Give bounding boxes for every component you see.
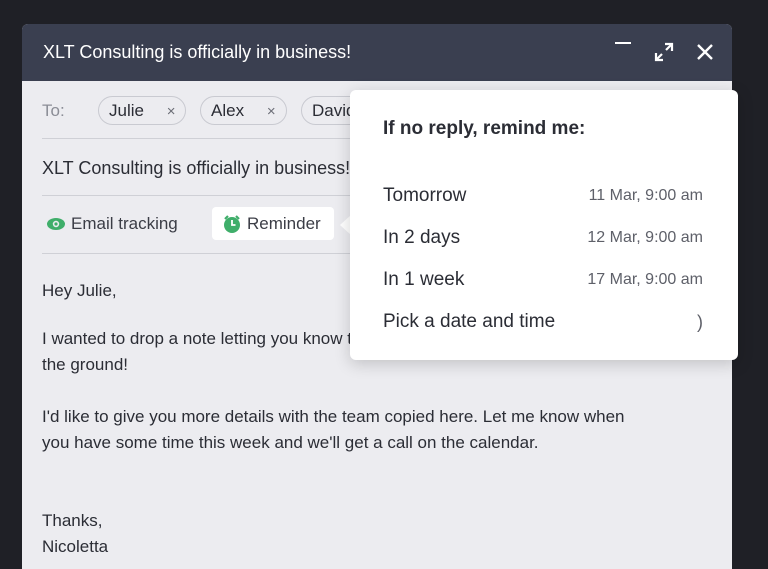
reminder-option-2-days[interactable]: In 2 days 12 Mar, 9:00 am [383,223,703,253]
option-label: Tomorrow [383,185,467,206]
option-datetime: 11 Mar, 9:00 am [588,187,703,204]
minimize-button[interactable] [611,36,635,60]
window-title: XLT Consulting is officially in business… [43,42,352,62]
greeting-line: Hey Julie, [42,281,117,300]
option-label: In 2 days [383,227,461,248]
reminder-popover: If no reply, remind me: Tomorrow 11 Mar,… [350,90,738,360]
remove-recipient-icon[interactable]: × [267,103,276,120]
close-button[interactable] [693,40,717,64]
expand-icon [654,42,674,62]
reminder-option-tomorrow[interactable]: Tomorrow 11 Mar, 9:00 am [383,181,703,211]
email-tracking-label: Email tracking [71,213,178,233]
paragraph-two: I'd like to give you more details with t… [42,404,625,456]
reminder-button[interactable]: Reminder [212,207,334,240]
recipient-chip[interactable]: Alex × [200,96,287,125]
subject-field[interactable]: XLT Consulting is officially in business… [42,158,350,179]
reminder-option-pick-date[interactable]: Pick a date and time ) [383,307,703,337]
paragraph-two-line-1: I'd like to give you more details with t… [42,407,625,426]
alarm-clock-icon [222,214,242,234]
option-datetime: 12 Mar, 9:00 am [587,229,703,246]
recipient-name: Julie [109,101,144,120]
paragraph-one-line-1: I wanted to drop a note letting you know… [42,329,350,348]
recipient-name: Alex [211,101,245,120]
reminder-option-1-week[interactable]: In 1 week 17 Mar, 9:00 am [383,265,703,295]
paragraph-one: I wanted to drop a note letting you know… [42,326,350,378]
to-label: To: [42,101,65,120]
paragraph-two-line-2: you have some time this week and we'll g… [42,433,539,452]
option-label: In 1 week [383,269,465,290]
eye-icon [46,217,66,231]
close-icon [697,44,713,60]
popover-title: If no reply, remind me: [383,118,586,139]
chevron-right-icon: ) [697,311,703,332]
closing-line: Thanks, [42,511,103,530]
recipient-name: David [312,101,356,120]
paragraph-one-line-2: the ground! [42,355,129,374]
option-datetime: 17 Mar, 9:00 am [587,271,703,288]
minimize-icon [615,42,631,44]
sign-off: Thanks, Nicoletta [42,508,108,560]
recipient-chip[interactable]: Julie × [98,96,186,125]
reminder-label: Reminder [247,213,321,233]
expand-button[interactable] [652,40,676,64]
email-tracking-toggle[interactable]: Email tracking [46,207,178,240]
title-bar: XLT Consulting is officially in business… [22,24,732,81]
option-label: Pick a date and time [383,311,556,332]
remove-recipient-icon[interactable]: × [167,103,176,120]
signature-line: Nicoletta [42,537,109,556]
